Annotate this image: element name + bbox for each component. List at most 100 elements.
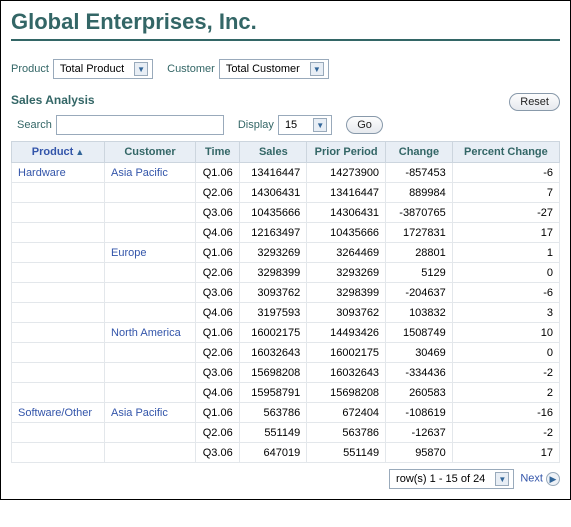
cell-change: -108619 [386, 403, 453, 423]
cell-prior: 3293269 [307, 263, 386, 283]
customer-filter-label: Customer [167, 63, 215, 75]
cell-change: 889984 [386, 183, 453, 203]
cell-customer [105, 203, 196, 223]
sales-table: Product▲ Customer Time Sales Prior Perio… [11, 141, 560, 463]
chevron-down-icon: ▼ [313, 118, 327, 132]
cell-prior: 14493426 [307, 323, 386, 343]
cell-customer [105, 223, 196, 243]
cell-sales: 647019 [240, 443, 307, 463]
cell-product[interactable]: Software/Other [12, 403, 105, 423]
cell-pct: 7 [452, 183, 559, 203]
cell-sales: 3298399 [240, 263, 307, 283]
col-product-sort-link[interactable]: Product▲ [32, 146, 84, 158]
cell-customer [105, 263, 196, 283]
cell-customer [105, 183, 196, 203]
col-pct-header[interactable]: Percent Change [452, 142, 559, 163]
search-input[interactable] [56, 115, 224, 135]
cell-product-link[interactable]: Software/Other [18, 407, 92, 419]
cell-product-link[interactable]: Hardware [18, 167, 66, 179]
cell-product [12, 343, 105, 363]
cell-time: Q3.06 [196, 203, 240, 223]
cell-time: Q4.06 [196, 303, 240, 323]
chevron-down-icon: ▼ [495, 472, 509, 486]
cell-customer[interactable]: Asia Pacific [105, 403, 196, 423]
table-row: Q2.061603264316002175304690 [12, 343, 560, 363]
display-select[interactable]: 15 ▼ [278, 115, 332, 135]
product-filter-label: Product [11, 63, 49, 75]
cell-change: 260583 [386, 383, 453, 403]
cell-pct: -2 [452, 363, 559, 383]
cell-time: Q2.06 [196, 343, 240, 363]
pager-next-link[interactable]: Next ▶ [520, 472, 560, 486]
cell-product [12, 283, 105, 303]
pager-range-select[interactable]: row(s) 1 - 15 of 24 ▼ [389, 469, 514, 489]
go-button[interactable]: Go [346, 116, 383, 134]
cell-customer-link[interactable]: Asia Pacific [111, 407, 168, 419]
cell-customer [105, 363, 196, 383]
cell-product [12, 203, 105, 223]
table-row: Q3.061043566614306431-3870765-27 [12, 203, 560, 223]
cell-customer-link[interactable]: Asia Pacific [111, 167, 168, 179]
cell-sales: 3197593 [240, 303, 307, 323]
cell-prior: 563786 [307, 423, 386, 443]
cell-pct: 1 [452, 243, 559, 263]
cell-change: 1727831 [386, 223, 453, 243]
table-row: Q4.061216349710435666172783117 [12, 223, 560, 243]
table-row: Q2.06551149563786-12637-2 [12, 423, 560, 443]
cell-sales: 13416447 [240, 163, 307, 183]
col-change-header[interactable]: Change [386, 142, 453, 163]
cell-change: 30469 [386, 343, 453, 363]
customer-select-value: Total Customer [226, 63, 300, 75]
customer-select[interactable]: Total Customer ▼ [219, 59, 329, 79]
cell-pct: -6 [452, 283, 559, 303]
cell-time: Q2.06 [196, 263, 240, 283]
cell-customer[interactable]: Europe [105, 243, 196, 263]
cell-time: Q1.06 [196, 403, 240, 423]
col-prior-header[interactable]: Prior Period [307, 142, 386, 163]
table-row: Q4.0615958791156982082605832 [12, 383, 560, 403]
cell-change: -857453 [386, 163, 453, 183]
cell-time: Q1.06 [196, 323, 240, 343]
cell-product [12, 423, 105, 443]
cell-time: Q3.06 [196, 283, 240, 303]
cell-customer-link[interactable]: Europe [111, 247, 146, 259]
cell-prior: 13416447 [307, 183, 386, 203]
cell-pct: 2 [452, 383, 559, 403]
cell-time: Q1.06 [196, 243, 240, 263]
cell-change: -12637 [386, 423, 453, 443]
cell-customer [105, 443, 196, 463]
table-row: Q3.066470195511499587017 [12, 443, 560, 463]
reset-button[interactable]: Reset [509, 93, 560, 111]
cell-change: 5129 [386, 263, 453, 283]
cell-sales: 563786 [240, 403, 307, 423]
filter-bar: Product Total Product ▼ Customer Total C… [11, 59, 560, 79]
cell-customer [105, 343, 196, 363]
cell-prior: 672404 [307, 403, 386, 423]
cell-product [12, 383, 105, 403]
cell-customer[interactable]: Asia Pacific [105, 163, 196, 183]
cell-prior: 10435666 [307, 223, 386, 243]
cell-customer-link[interactable]: North America [111, 327, 181, 339]
cell-pct: -16 [452, 403, 559, 423]
table-row: Q3.0630937623298399-204637-6 [12, 283, 560, 303]
cell-pct: -2 [452, 423, 559, 443]
cell-product[interactable]: Hardware [12, 163, 105, 183]
cell-change: 95870 [386, 443, 453, 463]
product-select-value: Total Product [60, 63, 124, 75]
col-sales-header[interactable]: Sales [240, 142, 307, 163]
cell-customer[interactable]: North America [105, 323, 196, 343]
cell-prior: 3264469 [307, 243, 386, 263]
col-customer-header[interactable]: Customer [105, 142, 196, 163]
cell-customer [105, 423, 196, 443]
product-select[interactable]: Total Product ▼ [53, 59, 153, 79]
cell-change: 103832 [386, 303, 453, 323]
pager-range-value: row(s) 1 - 15 of 24 [396, 473, 485, 485]
cell-sales: 3093762 [240, 283, 307, 303]
cell-pct: 17 [452, 443, 559, 463]
col-product-header[interactable]: Product▲ [12, 142, 105, 163]
cell-time: Q1.06 [196, 163, 240, 183]
cell-pct: 0 [452, 263, 559, 283]
cell-change: -204637 [386, 283, 453, 303]
cell-prior: 3093762 [307, 303, 386, 323]
col-time-header[interactable]: Time [196, 142, 240, 163]
